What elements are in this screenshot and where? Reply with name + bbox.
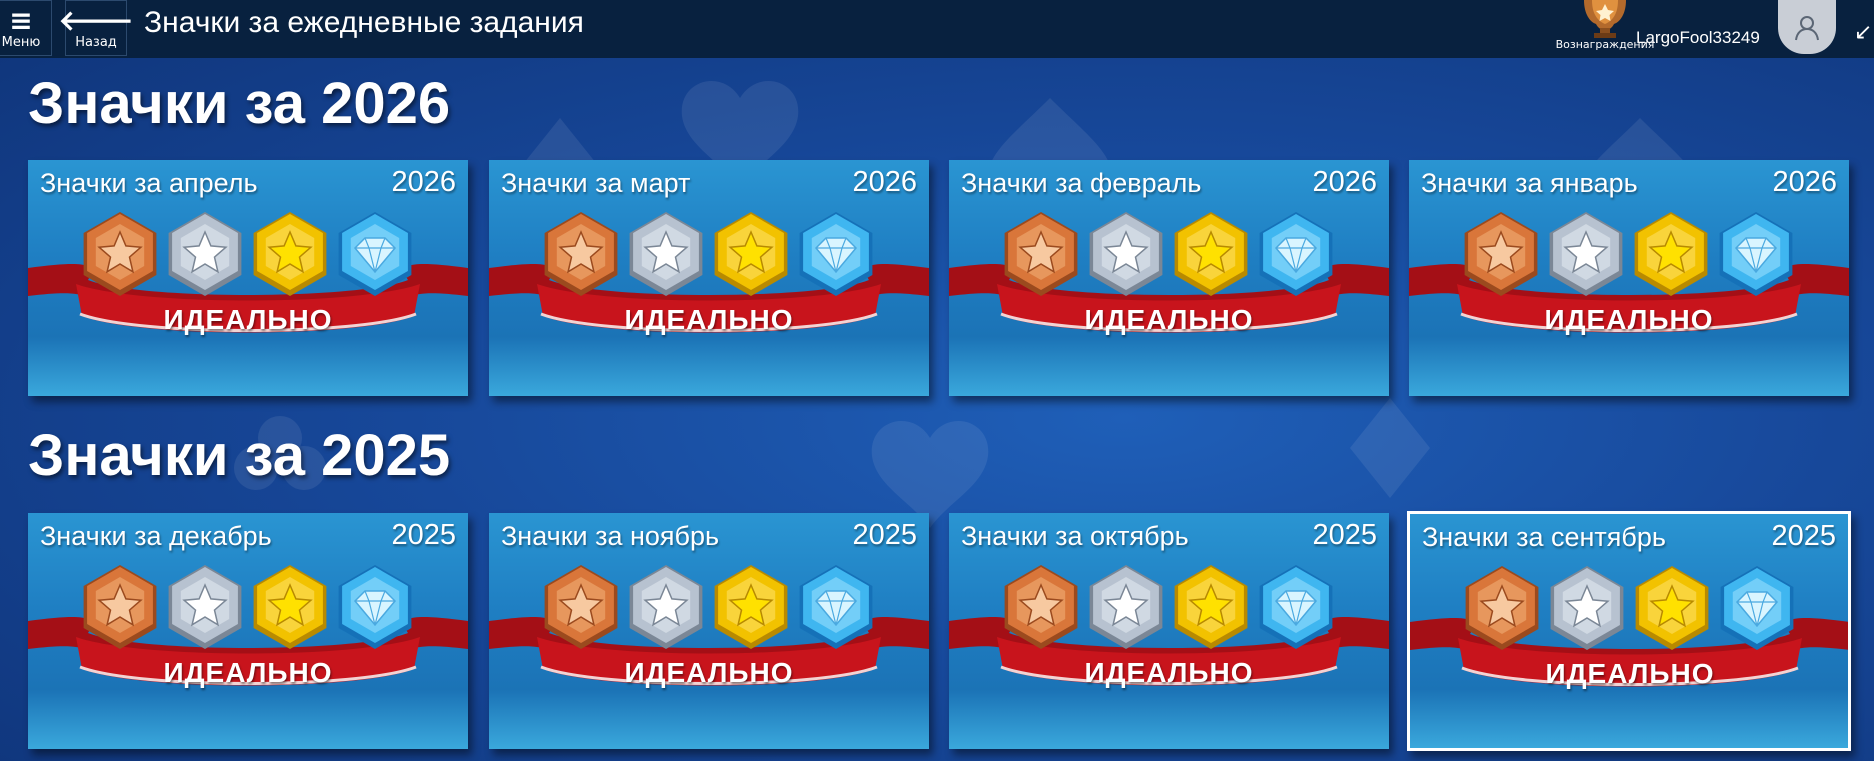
perfect-ribbon-label: ИДЕАЛЬНО <box>1084 304 1254 335</box>
hamburger-icon: ≡ <box>9 3 33 37</box>
gold-star-badge-icon <box>714 212 788 296</box>
trophy-icon <box>1584 0 1626 38</box>
arrow-left-icon: 🡐 <box>58 3 134 37</box>
section-title-2026: Значки за 2026 <box>28 71 451 136</box>
gold-star-badge-icon <box>714 565 788 649</box>
silver-star-badge-icon <box>629 212 703 296</box>
card-title: Значки за январь <box>1421 168 1638 198</box>
card-title: Значки за сентябрь <box>1422 522 1666 552</box>
badge-card-march-2026[interactable]: Значки за март 2026 ИДЕАЛЬНО <box>489 160 929 396</box>
gold-star-badge-icon <box>1634 212 1708 296</box>
silver-star-badge-icon <box>1549 212 1623 296</box>
card-title: Значки за март <box>501 168 691 198</box>
perfect-ribbon-label: ИДЕАЛЬНО <box>1084 657 1254 688</box>
menu-button[interactable]: ≡ Меню <box>0 0 52 56</box>
perfect-ribbon-label: ИДЕАЛЬНО <box>624 657 794 688</box>
card-year: 2026 <box>1772 166 1837 198</box>
card-year: 2025 <box>1312 519 1377 551</box>
perfect-ribbon-label: ИДЕАЛЬНО <box>163 657 333 688</box>
username[interactable]: LargoFool33249 <box>1636 28 1760 48</box>
silver-star-badge-icon <box>1089 565 1163 649</box>
badge-card-january-2026[interactable]: Значки за январь 2026 ИДЕАЛЬНО <box>1409 160 1849 396</box>
perfect-ribbon-label: ИДЕАЛЬНО <box>1545 658 1715 689</box>
silver-star-badge-icon <box>168 565 242 649</box>
card-title: Значки за апрель <box>40 168 258 198</box>
gold-star-badge-icon <box>253 565 327 649</box>
badge-card-october-2025[interactable]: Значки за октябрь 2025 ИДЕАЛЬНО <box>949 513 1389 749</box>
badge-card-february-2026[interactable]: Значки за февраль 2026 ИДЕАЛЬНО <box>949 160 1389 396</box>
user-avatar-icon[interactable] <box>1778 0 1836 54</box>
menu-label: Меню <box>1 34 41 50</box>
back-button[interactable]: 🡐 Назад <box>58 0 134 56</box>
silver-star-badge-icon <box>168 212 242 296</box>
back-label: Назад <box>75 34 117 50</box>
card-year: 2026 <box>852 166 917 198</box>
perfect-ribbon-label: ИДЕАЛЬНО <box>163 304 333 335</box>
silver-star-badge-icon <box>1550 566 1624 650</box>
perfect-ribbon-label: ИДЕАЛЬНО <box>1544 304 1714 335</box>
section-title-2025: Значки за 2025 <box>28 423 451 488</box>
silver-star-badge-icon <box>1089 212 1163 296</box>
card-year: 2025 <box>391 519 456 551</box>
gold-star-badge-icon <box>1174 212 1248 296</box>
badge-card-april-2026[interactable]: Значки за апрель 2026 ИДЕАЛЬНО <box>28 160 468 396</box>
card-title: Значки за декабрь <box>40 521 272 551</box>
gold-star-badge-icon <box>253 212 327 296</box>
silver-star-badge-icon <box>629 565 703 649</box>
gold-star-badge-icon <box>1635 566 1709 650</box>
badge-card-november-2025[interactable]: Значки за ноябрь 2025 ИДЕАЛЬНО <box>489 513 929 749</box>
badge-card-december-2025[interactable]: Значки за декабрь 2025 ИДЕАЛЬНО <box>28 513 468 749</box>
card-year: 2025 <box>1771 520 1836 552</box>
perfect-ribbon-label: ИДЕАЛЬНО <box>624 304 794 335</box>
card-year: 2025 <box>852 519 917 551</box>
card-year: 2026 <box>391 166 456 198</box>
card-title: Значки за ноябрь <box>501 521 720 551</box>
card-year: 2026 <box>1312 166 1377 198</box>
card-title: Значки за октябрь <box>961 521 1189 551</box>
top-bar: ≡ Меню 🡐 Назад Значки за ежедневные зада… <box>0 0 1874 58</box>
gold-star-badge-icon <box>1174 565 1248 649</box>
badge-card-september-2025[interactable]: Значки за сентябрь 2025 ИДЕАЛЬНО <box>1407 511 1851 751</box>
collapse-arrow-icon[interactable]: ↙ <box>1854 20 1872 45</box>
page-title: Значки за ежедневные задания <box>144 6 584 39</box>
card-title: Значки за февраль <box>961 168 1202 198</box>
